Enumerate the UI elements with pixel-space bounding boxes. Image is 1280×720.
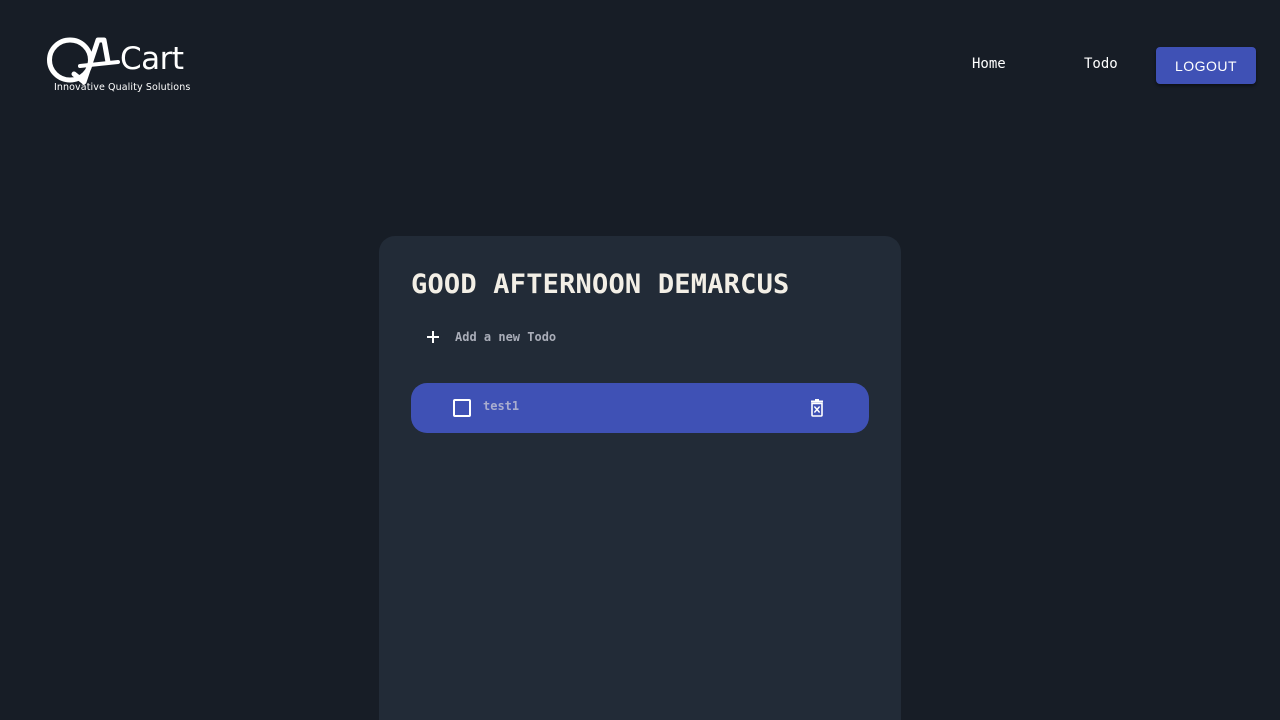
todo-item-text: test1 — [483, 399, 520, 413]
todo-card: GOOD AFTERNOON DEMARCUS test1 — [379, 236, 901, 720]
qacart-logo[interactable]: Cart Innovative Quality Solutions — [46, 36, 198, 96]
new-todo-input[interactable] — [455, 327, 835, 347]
qa-logo-mark — [47, 37, 120, 85]
logo-tagline: Innovative Quality Solutions — [54, 82, 191, 93]
todo-checkbox[interactable] — [453, 399, 471, 417]
logout-button[interactable]: LOGOUT — [1156, 47, 1256, 84]
todo-item: test1 — [411, 383, 869, 433]
nav-link-todo[interactable]: Todo — [1084, 56, 1118, 72]
logo-brand-name: Cart — [120, 41, 184, 77]
plus-icon[interactable] — [423, 327, 443, 347]
todo-page: Cart Innovative Quality Solutions Home T… — [0, 0, 1280, 720]
nav-link-home[interactable]: Home — [972, 56, 1006, 72]
greeting-title: GOOD AFTERNOON DEMARCUS — [411, 269, 790, 300]
top-navbar: Cart Innovative Quality Solutions Home T… — [0, 0, 1280, 130]
add-todo-row — [423, 326, 863, 348]
trash-icon[interactable] — [809, 399, 825, 417]
